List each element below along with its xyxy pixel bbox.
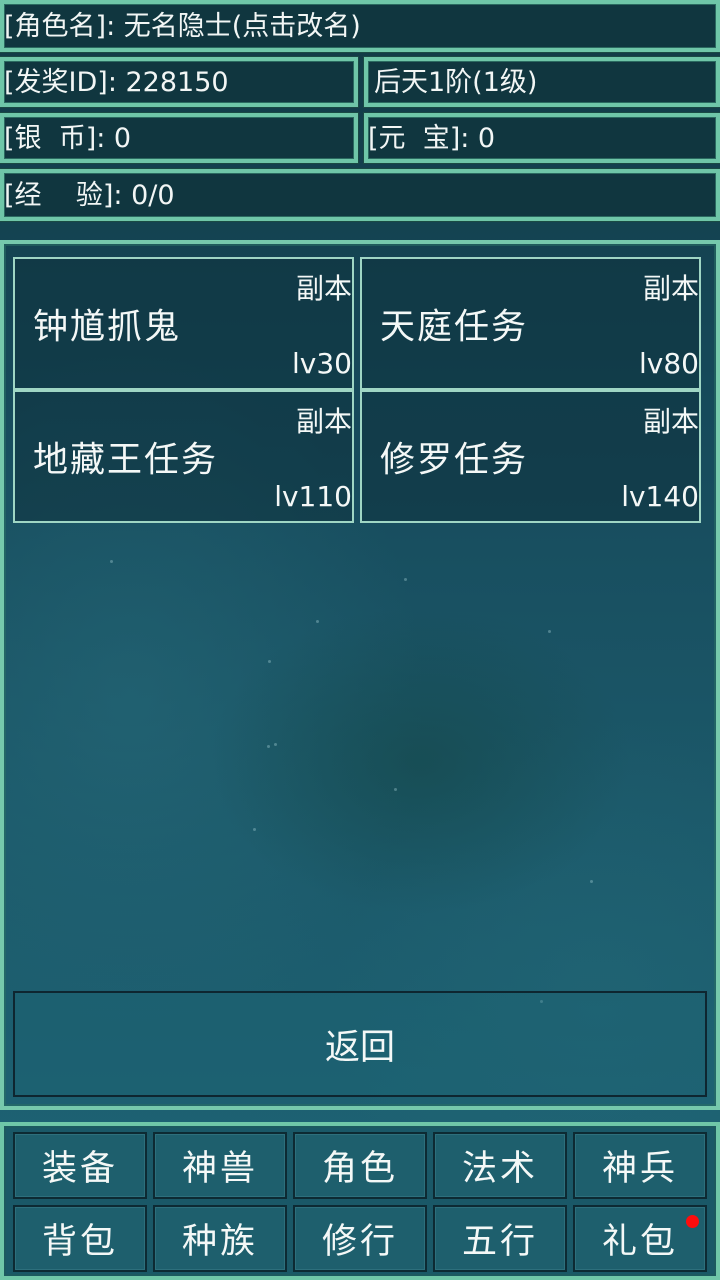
dungeon-tag: 副本 bbox=[295, 405, 352, 438]
reward-id-row: [发奖ID]: 228150 bbox=[0, 57, 358, 107]
dungeon-name: 天庭任务 bbox=[380, 307, 529, 347]
nav-gift-pack-label: 礼包 bbox=[601, 1222, 678, 1262]
ingot-text: [元 宝]: 0 bbox=[368, 122, 496, 154]
dungeon-name: 地藏王任务 bbox=[33, 440, 219, 480]
dungeon-tag: 副本 bbox=[642, 405, 699, 438]
dungeon-xiuluo[interactable]: 修罗任务 副本 lv140 bbox=[360, 390, 701, 523]
exp-row: [经 验]: 0/0 bbox=[0, 169, 720, 221]
nav-divine-weapon[interactable]: 神兵 bbox=[573, 1132, 707, 1199]
nav-backpack[interactable]: 背包 bbox=[13, 1205, 147, 1272]
dungeon-dizangwang[interactable]: 地藏王任务 副本 lv110 bbox=[13, 390, 354, 523]
dungeon-level: lv30 bbox=[292, 347, 352, 380]
nav-gift-pack[interactable]: 礼包 bbox=[573, 1205, 707, 1272]
nav-race[interactable]: 种族 bbox=[153, 1205, 287, 1272]
dungeon-name: 修罗任务 bbox=[380, 440, 529, 480]
player-name-text: [角色名]: 无名隐士(点击改名) bbox=[4, 10, 361, 42]
dungeon-tag: 副本 bbox=[642, 272, 699, 305]
back-button[interactable]: 返回 bbox=[13, 991, 707, 1097]
nav-cultivation[interactable]: 修行 bbox=[293, 1205, 427, 1272]
nav-divine-beast[interactable]: 神兽 bbox=[153, 1132, 287, 1199]
notification-dot-icon bbox=[686, 1215, 699, 1228]
dungeon-level: lv140 bbox=[621, 480, 699, 513]
dungeon-tag: 副本 bbox=[295, 272, 352, 305]
silver-text: [银 币]: 0 bbox=[4, 122, 132, 154]
dungeon-level: lv80 bbox=[639, 347, 699, 380]
silver-row: [银 币]: 0 bbox=[0, 113, 358, 163]
rank-row: 后天1阶(1级) bbox=[364, 57, 720, 107]
dungeon-level: lv110 bbox=[274, 480, 352, 513]
dungeon-tianting[interactable]: 天庭任务 副本 lv80 bbox=[360, 257, 701, 390]
dungeon-zhongkui[interactable]: 钟馗抓鬼 副本 lv30 bbox=[13, 257, 354, 390]
player-name-row[interactable]: [角色名]: 无名隐士(点击改名) bbox=[0, 0, 720, 52]
nav-spells[interactable]: 法术 bbox=[433, 1132, 567, 1199]
exp-text: [经 验]: 0/0 bbox=[4, 179, 175, 211]
rank-text: 后天1阶(1级) bbox=[374, 66, 538, 98]
nav-character[interactable]: 角色 bbox=[293, 1132, 427, 1199]
reward-id-text: [发奖ID]: 228150 bbox=[4, 66, 229, 98]
nav-five-elements[interactable]: 五行 bbox=[433, 1205, 567, 1272]
dungeon-name: 钟馗抓鬼 bbox=[33, 307, 182, 347]
ingot-row: [元 宝]: 0 bbox=[364, 113, 720, 163]
nav-equipment[interactable]: 装备 bbox=[13, 1132, 147, 1199]
